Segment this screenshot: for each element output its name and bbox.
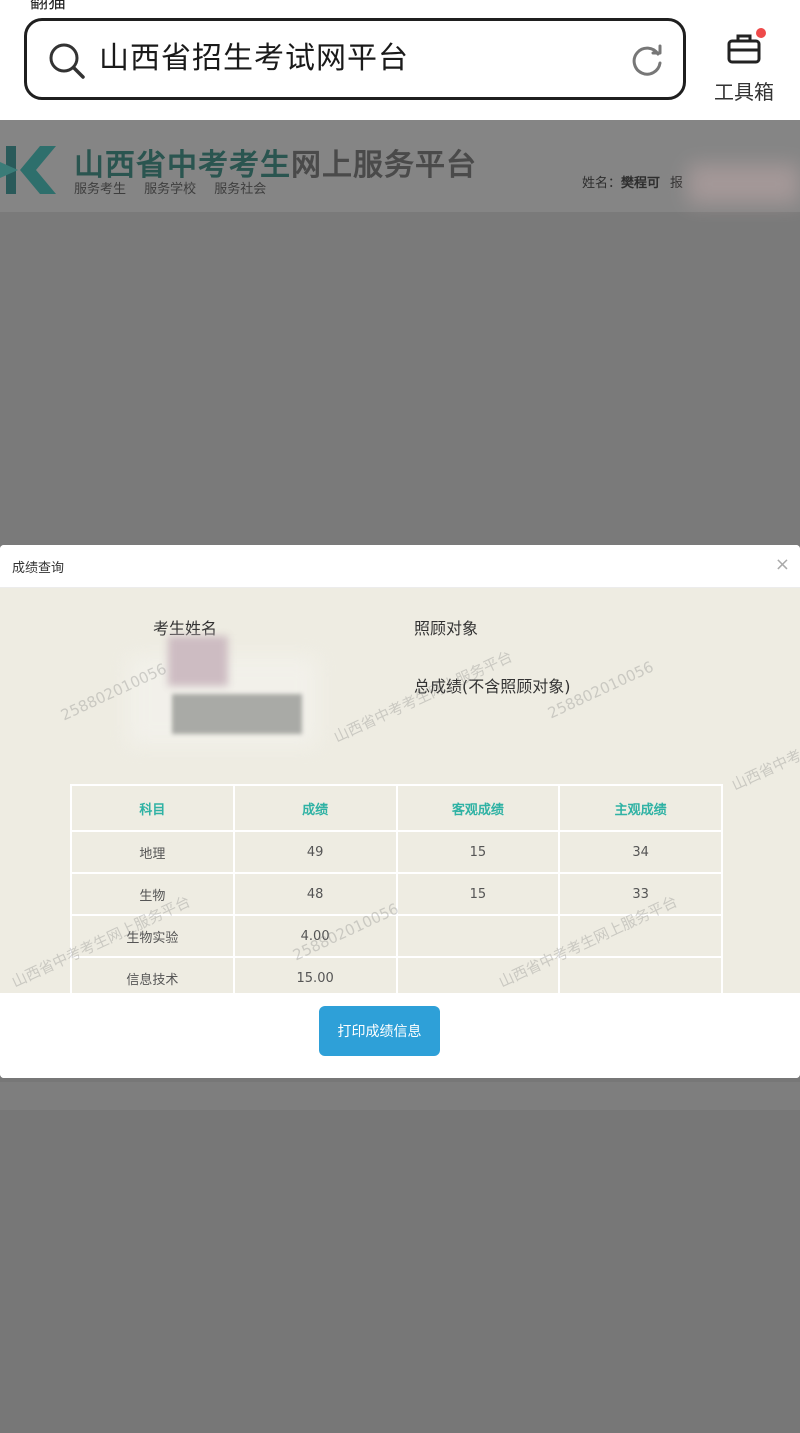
subjective-score-cell: [558, 914, 723, 958]
user-name: 樊程可: [621, 176, 661, 191]
user-label: 姓名：: [582, 176, 622, 191]
objective-score-cell: [395, 914, 561, 958]
dialog-body: 考生姓名 照顾对象 总成绩(不含照顾对象) 科目 成绩 客观成绩 主观成绩 地理…: [0, 588, 800, 993]
dimmed-page-area: [0, 1078, 800, 1433]
score-query-dialog: 成绩查询 × 考生姓名 照顾对象 总成绩(不含照顾对象) 科目 成绩 客观成绩 …: [0, 545, 800, 1078]
site-nav: 服务考生 服务学校 服务社会: [74, 182, 267, 197]
close-icon[interactable]: ×: [775, 554, 790, 575]
site-header: 山西省中考考生网上服务平台 服务考生 服务学校 服务社会 姓名：樊程可报: [0, 120, 800, 212]
subject-cell: 信息技术: [70, 956, 235, 993]
browser-top-bar: 翻猫 山西省招生考试网平台 工具箱: [0, 0, 800, 120]
table-row: 信息技术 15.00: [70, 956, 723, 993]
column-header: 成绩: [232, 784, 398, 832]
table-row: 生物 48 15 33: [70, 872, 723, 916]
watermark-platform: 山西省中考考生网上服务平台: [728, 695, 800, 795]
status-text: 翻猫: [30, 0, 66, 13]
column-header: 主观成绩: [558, 784, 723, 832]
subjective-score-cell: [558, 956, 723, 993]
dialog-footer: 打印成绩信息: [0, 993, 800, 1078]
toolbox-label: 工具箱: [714, 80, 774, 104]
subject-cell: 地理: [70, 830, 235, 874]
total-score-label: 总成绩(不含照顾对象): [414, 677, 571, 696]
refresh-icon[interactable]: [629, 43, 665, 79]
search-icon: [49, 43, 85, 79]
dialog-header: 成绩查询 ×: [0, 545, 800, 588]
subjective-score-cell: 34: [558, 830, 723, 874]
privacy-blur: [128, 636, 318, 746]
score-cell: 49: [232, 830, 398, 874]
site-logo-icon: [0, 146, 56, 194]
subject-cell: 生物实验: [70, 914, 235, 958]
dialog-title: 成绩查询: [12, 561, 65, 576]
column-header: 科目: [70, 784, 235, 832]
notification-dot: [756, 28, 766, 38]
user-extra: 报: [670, 176, 684, 191]
dimmed-page-strip: [0, 1082, 800, 1110]
score-cell: 15.00: [232, 956, 398, 993]
site-title-rest: 网上服务平台: [291, 148, 477, 183]
objective-score-cell: 15: [395, 830, 561, 874]
privacy-blur: [688, 164, 800, 204]
site-user-info: 姓名：樊程可报: [582, 172, 683, 191]
score-cell: 48: [232, 872, 398, 916]
score-table: 科目 成绩 客观成绩 主观成绩 地理 49 15 34 生物 48 15 33: [70, 784, 723, 993]
score-cell: 4.00: [232, 914, 398, 958]
care-object-label: 照顾对象: [414, 619, 479, 638]
table-row: 地理 49 15 34: [70, 830, 723, 874]
objective-score-cell: 15: [395, 872, 561, 916]
search-query-text: 山西省招生考试网平台: [99, 41, 409, 76]
table-header-row: 科目 成绩 客观成绩 主观成绩: [70, 784, 723, 832]
objective-score-cell: [395, 956, 561, 993]
table-row: 生物实验 4.00: [70, 914, 723, 958]
toolbox-button[interactable]: 工具箱: [706, 26, 782, 106]
subjective-score-cell: 33: [558, 872, 723, 916]
column-header: 客观成绩: [395, 784, 561, 832]
address-search-bar[interactable]: 山西省招生考试网平台: [24, 18, 686, 100]
print-score-button[interactable]: 打印成绩信息: [319, 1006, 440, 1056]
subject-cell: 生物: [70, 872, 235, 916]
